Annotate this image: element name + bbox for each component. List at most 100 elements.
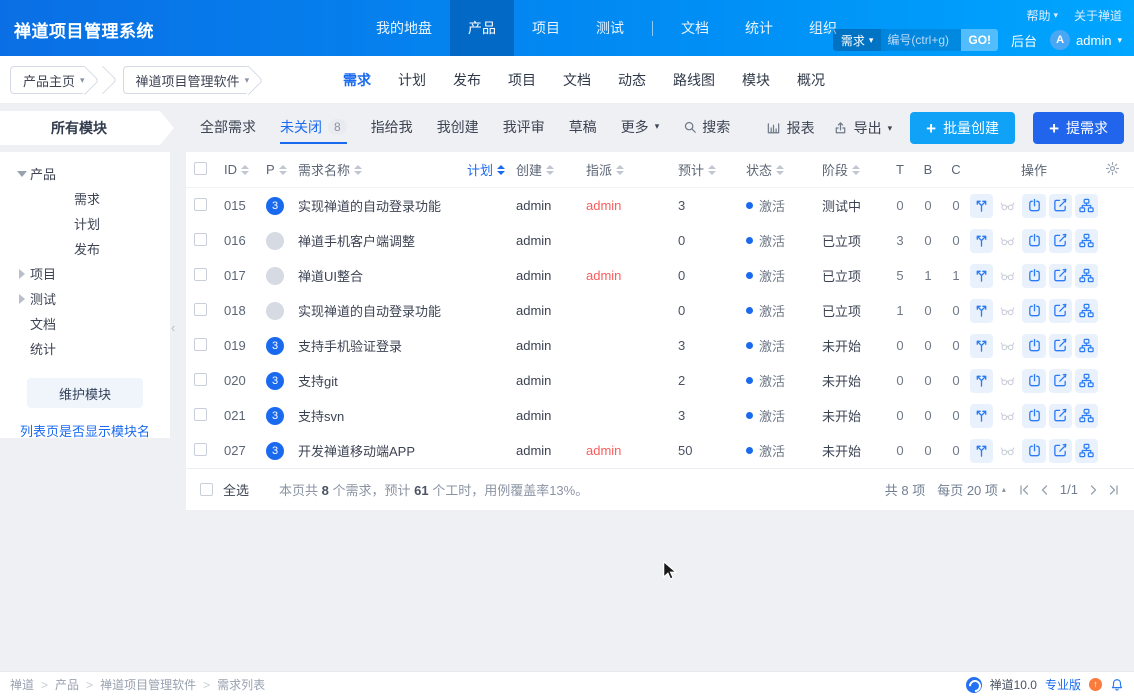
- action-change-button[interactable]: [970, 299, 993, 323]
- search-input[interactable]: [881, 29, 961, 51]
- action-edit-button[interactable]: [1049, 229, 1072, 253]
- story-creator[interactable]: admin: [516, 233, 586, 248]
- action-change-button[interactable]: [970, 264, 993, 288]
- story-title[interactable]: 禅道UI整合: [298, 266, 456, 285]
- export-dropdown[interactable]: 导出 ▾: [833, 118, 893, 138]
- sidebar-item-统计[interactable]: 统计: [0, 336, 170, 361]
- edition-link[interactable]: 专业版: [1045, 676, 1081, 693]
- row-checkbox[interactable]: [194, 303, 207, 316]
- action-edit-button[interactable]: [1049, 299, 1072, 323]
- story-title[interactable]: 支持手机验证登录: [298, 336, 456, 355]
- action-close-button[interactable]: [1022, 194, 1045, 218]
- prev-page-button[interactable]: [1039, 484, 1051, 496]
- header-checkbox[interactable]: [194, 162, 207, 175]
- tab-动态[interactable]: 动态: [618, 70, 646, 90]
- row-checkbox[interactable]: [194, 268, 207, 281]
- action-review-button[interactable]: [996, 299, 1019, 323]
- action-edit-button[interactable]: [1049, 439, 1072, 463]
- story-creator[interactable]: admin: [516, 373, 586, 388]
- action-edit-button[interactable]: [1049, 404, 1072, 428]
- report-button[interactable]: 报表: [766, 118, 815, 138]
- story-title[interactable]: 禅道手机客户端调整: [298, 231, 456, 250]
- about-link[interactable]: 关于禅道: [1074, 7, 1122, 24]
- col-id[interactable]: ID: [224, 162, 266, 177]
- sidebar-item-计划[interactable]: 计划: [0, 211, 170, 236]
- action-change-button[interactable]: [970, 404, 993, 428]
- topnav-item-产品[interactable]: 产品: [450, 0, 514, 56]
- action-edit-button[interactable]: [1049, 369, 1072, 393]
- action-subdivide-button[interactable]: [1075, 439, 1098, 463]
- action-subdivide-button[interactable]: [1075, 264, 1098, 288]
- sidebar-item-需求[interactable]: 需求: [0, 186, 170, 211]
- breadcrumb-item-禅道[interactable]: 禅道: [10, 678, 34, 692]
- search-type-dropdown[interactable]: 需求 ▾: [833, 29, 882, 51]
- filter-我创建[interactable]: 我创建: [437, 113, 479, 144]
- story-title[interactable]: 支持svn: [298, 406, 456, 425]
- story-creator[interactable]: admin: [516, 338, 586, 353]
- action-close-button[interactable]: [1022, 299, 1045, 323]
- caret-down-icon[interactable]: [14, 171, 30, 177]
- per-page-dropdown[interactable]: 每页 20 项 ▴: [937, 480, 1006, 499]
- toggle-module-name-link[interactable]: 列表页是否显示模块名: [0, 421, 170, 440]
- action-review-button[interactable]: [996, 369, 1019, 393]
- sidebar-collapse-handle[interactable]: ‹: [171, 320, 175, 335]
- bell-icon[interactable]: [1110, 678, 1124, 692]
- sidebar-item-产品[interactable]: 产品: [0, 161, 170, 186]
- filter-我评审[interactable]: 我评审: [503, 113, 545, 144]
- action-review-button[interactable]: [996, 194, 1019, 218]
- breadcrumb-item-禅道项目管理软件[interactable]: 禅道项目管理软件: [100, 678, 196, 692]
- filter-草稿[interactable]: 草稿: [569, 113, 597, 144]
- action-edit-button[interactable]: [1049, 264, 1072, 288]
- action-edit-button[interactable]: [1049, 334, 1072, 358]
- tab-发布[interactable]: 发布: [453, 70, 481, 90]
- action-change-button[interactable]: [970, 334, 993, 358]
- filter-更多[interactable]: 更多▾: [621, 113, 660, 144]
- next-page-button[interactable]: [1087, 484, 1099, 496]
- row-checkbox[interactable]: [194, 443, 207, 456]
- batch-create-button[interactable]: + 批量创建: [910, 112, 1015, 144]
- tab-项目[interactable]: 项目: [508, 70, 536, 90]
- column-settings-gear-icon[interactable]: [1105, 161, 1120, 179]
- action-subdivide-button[interactable]: [1075, 404, 1098, 428]
- action-review-button[interactable]: [996, 439, 1019, 463]
- col-status[interactable]: 状态: [746, 160, 822, 179]
- upgrade-icon[interactable]: ↑: [1089, 678, 1102, 691]
- story-assignee[interactable]: admin: [586, 268, 678, 283]
- action-subdivide-button[interactable]: [1075, 194, 1098, 218]
- story-creator[interactable]: admin: [516, 408, 586, 423]
- story-creator[interactable]: admin: [516, 268, 586, 283]
- caret-right-icon[interactable]: [14, 269, 30, 279]
- col-title[interactable]: 需求名称: [298, 160, 456, 179]
- breadcrumb-item-产品[interactable]: 产品: [55, 678, 79, 692]
- action-close-button[interactable]: [1022, 334, 1045, 358]
- topnav-item-文档[interactable]: 文档: [663, 0, 727, 56]
- col-assign[interactable]: 指派: [586, 160, 678, 179]
- backend-link[interactable]: 后台: [1011, 31, 1037, 50]
- sidebar-item-测试[interactable]: 测试: [0, 286, 170, 311]
- topnav-item-测试[interactable]: 测试: [578, 0, 642, 56]
- action-review-button[interactable]: [996, 404, 1019, 428]
- select-all-checkbox[interactable]: [200, 483, 213, 496]
- action-close-button[interactable]: [1022, 264, 1045, 288]
- col-create[interactable]: 创建: [516, 160, 586, 179]
- action-review-button[interactable]: [996, 334, 1019, 358]
- breadcrumb-item-需求列表[interactable]: 需求列表: [217, 678, 265, 692]
- story-title[interactable]: 实现禅道的自动登录功能: [298, 301, 456, 320]
- row-checkbox[interactable]: [194, 373, 207, 386]
- action-close-button[interactable]: [1022, 404, 1045, 428]
- row-checkbox[interactable]: [194, 233, 207, 246]
- story-creator[interactable]: admin: [516, 303, 586, 318]
- tab-模块[interactable]: 模块: [742, 70, 770, 90]
- row-checkbox[interactable]: [194, 198, 207, 211]
- action-review-button[interactable]: [996, 264, 1019, 288]
- tab-文档[interactable]: 文档: [563, 70, 591, 90]
- sidebar-item-发布[interactable]: 发布: [0, 236, 170, 261]
- caret-right-icon[interactable]: [14, 294, 30, 304]
- action-close-button[interactable]: [1022, 369, 1045, 393]
- story-title[interactable]: 实现禅道的自动登录功能: [298, 196, 456, 215]
- crumb-product-home[interactable]: 产品主页▾: [10, 66, 85, 94]
- tab-路线图[interactable]: 路线图: [673, 70, 715, 90]
- action-edit-button[interactable]: [1049, 194, 1072, 218]
- sidebar-item-项目[interactable]: 项目: [0, 261, 170, 286]
- action-subdivide-button[interactable]: [1075, 334, 1098, 358]
